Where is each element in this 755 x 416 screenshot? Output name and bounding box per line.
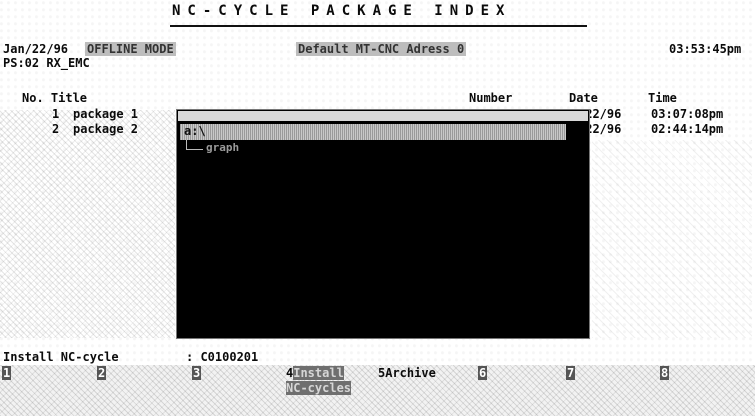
- directory-tree-item[interactable]: graph: [206, 141, 239, 154]
- function-key-number: 7: [566, 366, 576, 380]
- install-nc-cycles-label: Install NC-cycles: [286, 366, 352, 395]
- install-nc-cycles-key[interactable]: 4Install NC-cycles: [286, 366, 370, 398]
- date-label: Jan/22/96: [3, 42, 69, 56]
- archive-key[interactable]: 5Archive: [378, 366, 436, 398]
- function-key-number: 1: [2, 366, 12, 380]
- list-area-background-right: [592, 140, 752, 338]
- function-key-number: 6: [478, 366, 488, 380]
- function-key-8[interactable]: 8: [660, 366, 670, 398]
- column-header-time: Time: [648, 91, 677, 105]
- column-header-no-title: No. Title: [22, 91, 88, 105]
- mode-badge: OFFLINE MODE: [85, 42, 176, 56]
- list-area-background: [0, 110, 175, 338]
- column-header-number: Number: [469, 91, 513, 105]
- function-key-2[interactable]: 2: [97, 366, 107, 398]
- function-key-1[interactable]: 1: [2, 366, 12, 398]
- clock: 03:53:45pm: [669, 42, 742, 56]
- selected-directory-label[interactable]: a:\: [184, 124, 206, 138]
- function-key-6[interactable]: 6: [478, 366, 488, 398]
- tree-branch-line: [186, 140, 203, 150]
- ps-label: PS:02 RX_EMC: [3, 56, 90, 70]
- function-key-number: 8: [660, 366, 670, 380]
- install-label: Install NC-cycle: [3, 350, 119, 364]
- table-row-time: 02:44:14pm: [651, 122, 724, 136]
- column-header-date: Date: [569, 91, 598, 105]
- function-key-number: 2: [97, 366, 107, 380]
- default-address-badge: Default MT-CNC Adress 0: [296, 42, 467, 56]
- popup-title-bar: [178, 111, 588, 121]
- function-key-number: 3: [192, 366, 202, 380]
- table-row-time: 03:07:08pm: [651, 107, 724, 121]
- selected-directory-row[interactable]: [180, 124, 566, 140]
- page-title: NC-CYCLE PACKAGE INDEX: [172, 3, 512, 19]
- table-row-title[interactable]: package 2: [73, 122, 138, 136]
- archive-label: Archive: [385, 366, 436, 380]
- function-key-3[interactable]: 3: [192, 366, 202, 398]
- table-row-no[interactable]: 2: [52, 122, 59, 136]
- function-key-7[interactable]: 7: [566, 366, 576, 398]
- install-value[interactable]: : C0100201: [186, 350, 258, 364]
- title-underline: [170, 25, 587, 27]
- table-row-title[interactable]: package 1: [73, 107, 138, 121]
- table-row-no[interactable]: 1: [52, 107, 59, 121]
